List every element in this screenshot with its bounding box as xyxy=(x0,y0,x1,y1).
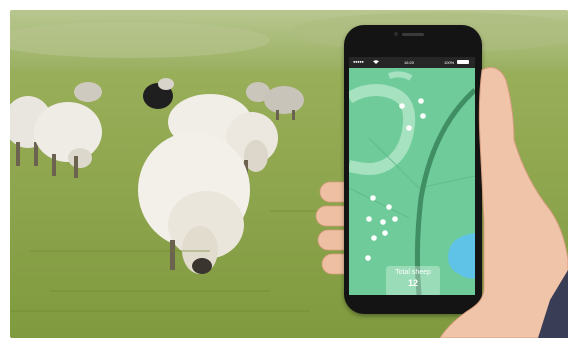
phone-screen[interactable]: ●●●●● 16:20 100% Total sheep 12 xyxy=(349,57,475,295)
sheep-marker[interactable] xyxy=(420,113,426,119)
wifi-icon xyxy=(373,60,379,65)
sheep-marker[interactable] xyxy=(386,204,392,210)
total-sheep-count: 12 xyxy=(407,278,418,288)
sheep-tracking-map[interactable] xyxy=(349,68,475,295)
sheep-marker[interactable] xyxy=(370,195,376,201)
sheep-marker[interactable] xyxy=(392,216,398,222)
earpiece-speaker xyxy=(402,33,424,36)
sheep-marker[interactable] xyxy=(399,103,405,109)
signal-indicator: ●●●●● xyxy=(353,59,364,64)
total-sheep-card: Total sheep 12 xyxy=(386,266,440,295)
front-camera xyxy=(394,32,398,36)
sheep-marker[interactable] xyxy=(371,235,377,241)
sheep-marker[interactable] xyxy=(365,255,371,261)
sheep-marker[interactable] xyxy=(406,125,412,131)
sheep-marker[interactable] xyxy=(366,216,372,222)
sheep-marker[interactable] xyxy=(380,219,386,225)
status-time: 16:20 xyxy=(404,60,415,65)
sheep-marker[interactable] xyxy=(418,98,424,104)
battery-percent: 100% xyxy=(444,60,455,65)
smartphone: ●●●●● 16:20 100% Total sheep 12 xyxy=(344,25,482,314)
photo-frame: ●●●●● 16:20 100% Total sheep 12 xyxy=(0,0,576,346)
sheep-back-small xyxy=(74,82,102,102)
total-sheep-label: Total sheep xyxy=(395,269,431,276)
status-bar: ●●●●● 16:20 100% xyxy=(349,57,475,68)
sheep-marker[interactable] xyxy=(382,230,388,236)
battery-icon xyxy=(457,60,469,64)
